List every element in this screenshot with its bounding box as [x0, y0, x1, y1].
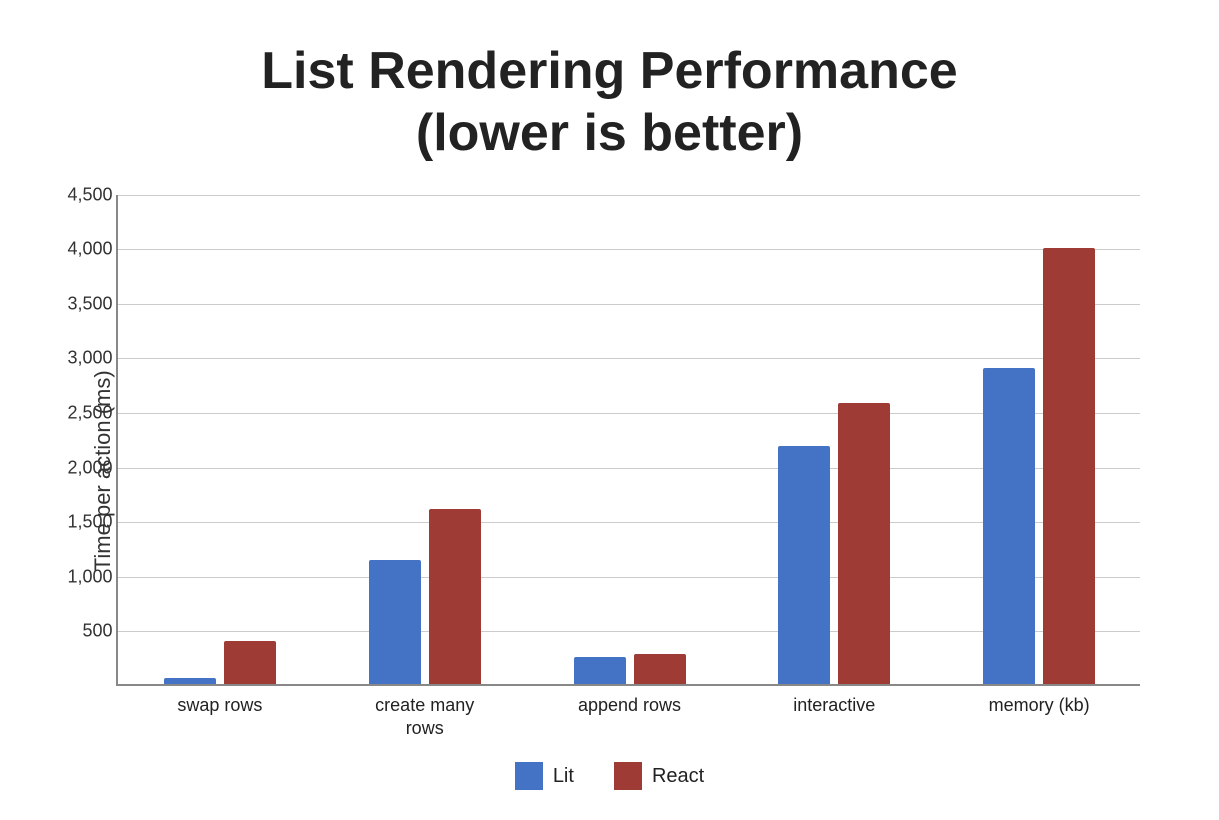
grid-line — [118, 304, 1140, 305]
legend: Lit React — [515, 762, 704, 790]
y-tick-label: 1,500 — [53, 512, 113, 533]
grid-line — [118, 195, 1140, 196]
x-labels-row: swap rowscreate manyrowsappend rowsinter… — [118, 686, 1140, 746]
x-label: memory (kb) — [937, 686, 1142, 717]
y-tick-label: 4,000 — [53, 239, 113, 260]
legend-swatch-react — [614, 762, 642, 790]
y-tick-label: 4,500 — [53, 184, 113, 205]
chart-title-line1: List Rendering Performance — [261, 42, 957, 100]
x-label: interactive — [732, 686, 937, 717]
y-tick-label: 500 — [53, 621, 113, 642]
y-tick-label: 2,500 — [53, 403, 113, 424]
x-label: swap rows — [118, 686, 323, 717]
plot-area: 5001,0001,5002,0002,5003,0003,5004,0004,… — [116, 195, 1140, 686]
bar-react — [429, 509, 481, 684]
grid-line — [118, 249, 1140, 250]
y-tick-label: 2,000 — [53, 457, 113, 478]
chart-inner: 5001,0001,5002,0002,5003,0003,5004,0004,… — [116, 195, 1140, 746]
bar-lit — [369, 560, 421, 684]
x-label: append rows — [527, 686, 732, 717]
y-tick-label: 3,000 — [53, 348, 113, 369]
bar-lit — [574, 657, 626, 684]
grid-line — [118, 358, 1140, 359]
chart-container: List Rendering Performance (lower is bet… — [60, 20, 1160, 800]
chart-title: List Rendering Performance (lower is bet… — [261, 40, 957, 165]
legend-item-react: React — [614, 762, 704, 790]
bar-react — [1043, 248, 1095, 684]
bar-react — [224, 641, 276, 684]
chart-area: Time per action (ms) 5001,0001,5002,0002… — [80, 195, 1140, 746]
bar-react — [838, 403, 890, 685]
y-tick-label: 3,500 — [53, 293, 113, 314]
chart-title-line2: (lower is better) — [416, 104, 803, 162]
bar-lit — [164, 678, 216, 684]
x-label: create manyrows — [322, 686, 527, 739]
legend-label-lit: Lit — [553, 765, 574, 788]
bar-lit — [778, 446, 830, 684]
legend-item-lit: Lit — [515, 762, 574, 790]
bar-lit — [983, 368, 1035, 684]
legend-swatch-lit — [515, 762, 543, 790]
y-tick-label: 1,000 — [53, 566, 113, 587]
legend-label-react: React — [652, 765, 704, 788]
bar-react — [634, 654, 686, 684]
